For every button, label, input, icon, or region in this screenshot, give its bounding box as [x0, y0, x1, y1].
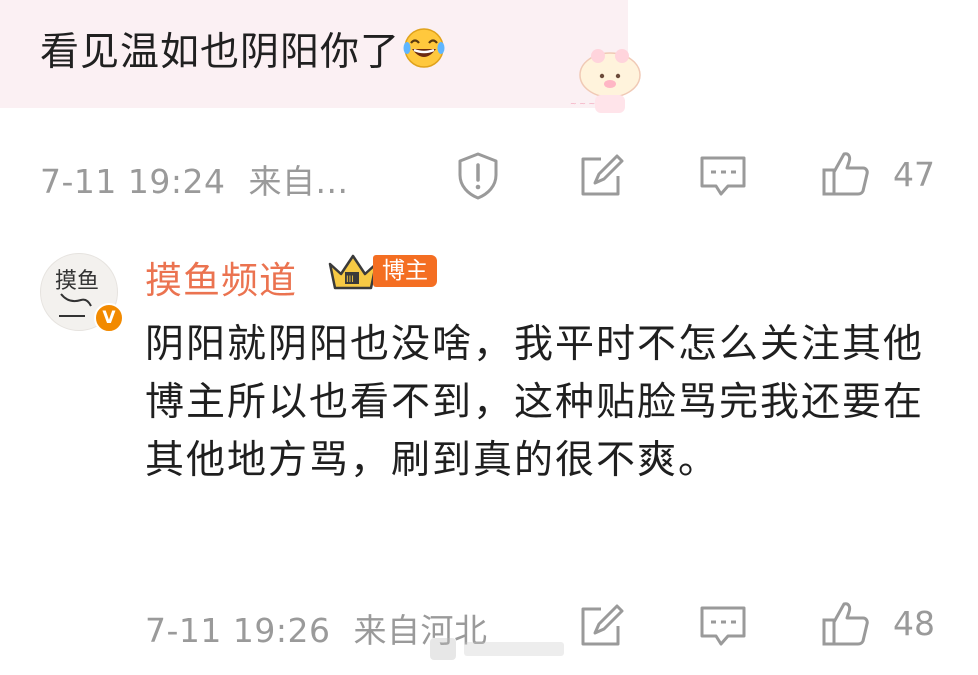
verified-v-icon: V [94, 303, 124, 333]
comment-time: 7-11 19:24 [40, 162, 226, 201]
sticker-decoration: ~ ~ ~ [570, 49, 641, 113]
blogger-badge: 博主 [373, 255, 437, 287]
like-count: 48 [893, 604, 935, 643]
username[interactable]: 摸鱼频道 [145, 250, 297, 304]
svg-text:摸鱼: 摸鱼 [55, 269, 99, 294]
repost-icon[interactable] [575, 150, 627, 202]
repost-icon[interactable] [575, 600, 627, 652]
like-icon[interactable] [820, 148, 872, 200]
comment-time: 7-11 19:26 [145, 611, 331, 650]
comment-icon[interactable] [697, 600, 749, 652]
report-icon[interactable] [452, 150, 504, 202]
comment-icon[interactable] [697, 150, 749, 202]
svg-text:~ ~ ~: ~ ~ ~ [570, 99, 595, 108]
comment-text: 看见温如也阴阳你了 [40, 26, 446, 79]
reply-text: 阴阳就阴阳也没啥，我平时不怎么关注其他博主所以也看不到，这种贴脸骂完我还要在其他… [145, 322, 925, 483]
comment-source: 来自... [248, 162, 349, 201]
svg-text:III: III [346, 275, 354, 285]
like-count: 47 [893, 155, 935, 194]
comment-meta: 7-11 19:24 来自... [40, 155, 348, 203]
watermark [430, 638, 564, 660]
comment-bubble: 看见温如也阴阳你了 ~ ~ ~ [0, 0, 641, 113]
like-icon[interactable] [820, 598, 872, 650]
laugh-cry-emoji-icon [403, 28, 445, 68]
